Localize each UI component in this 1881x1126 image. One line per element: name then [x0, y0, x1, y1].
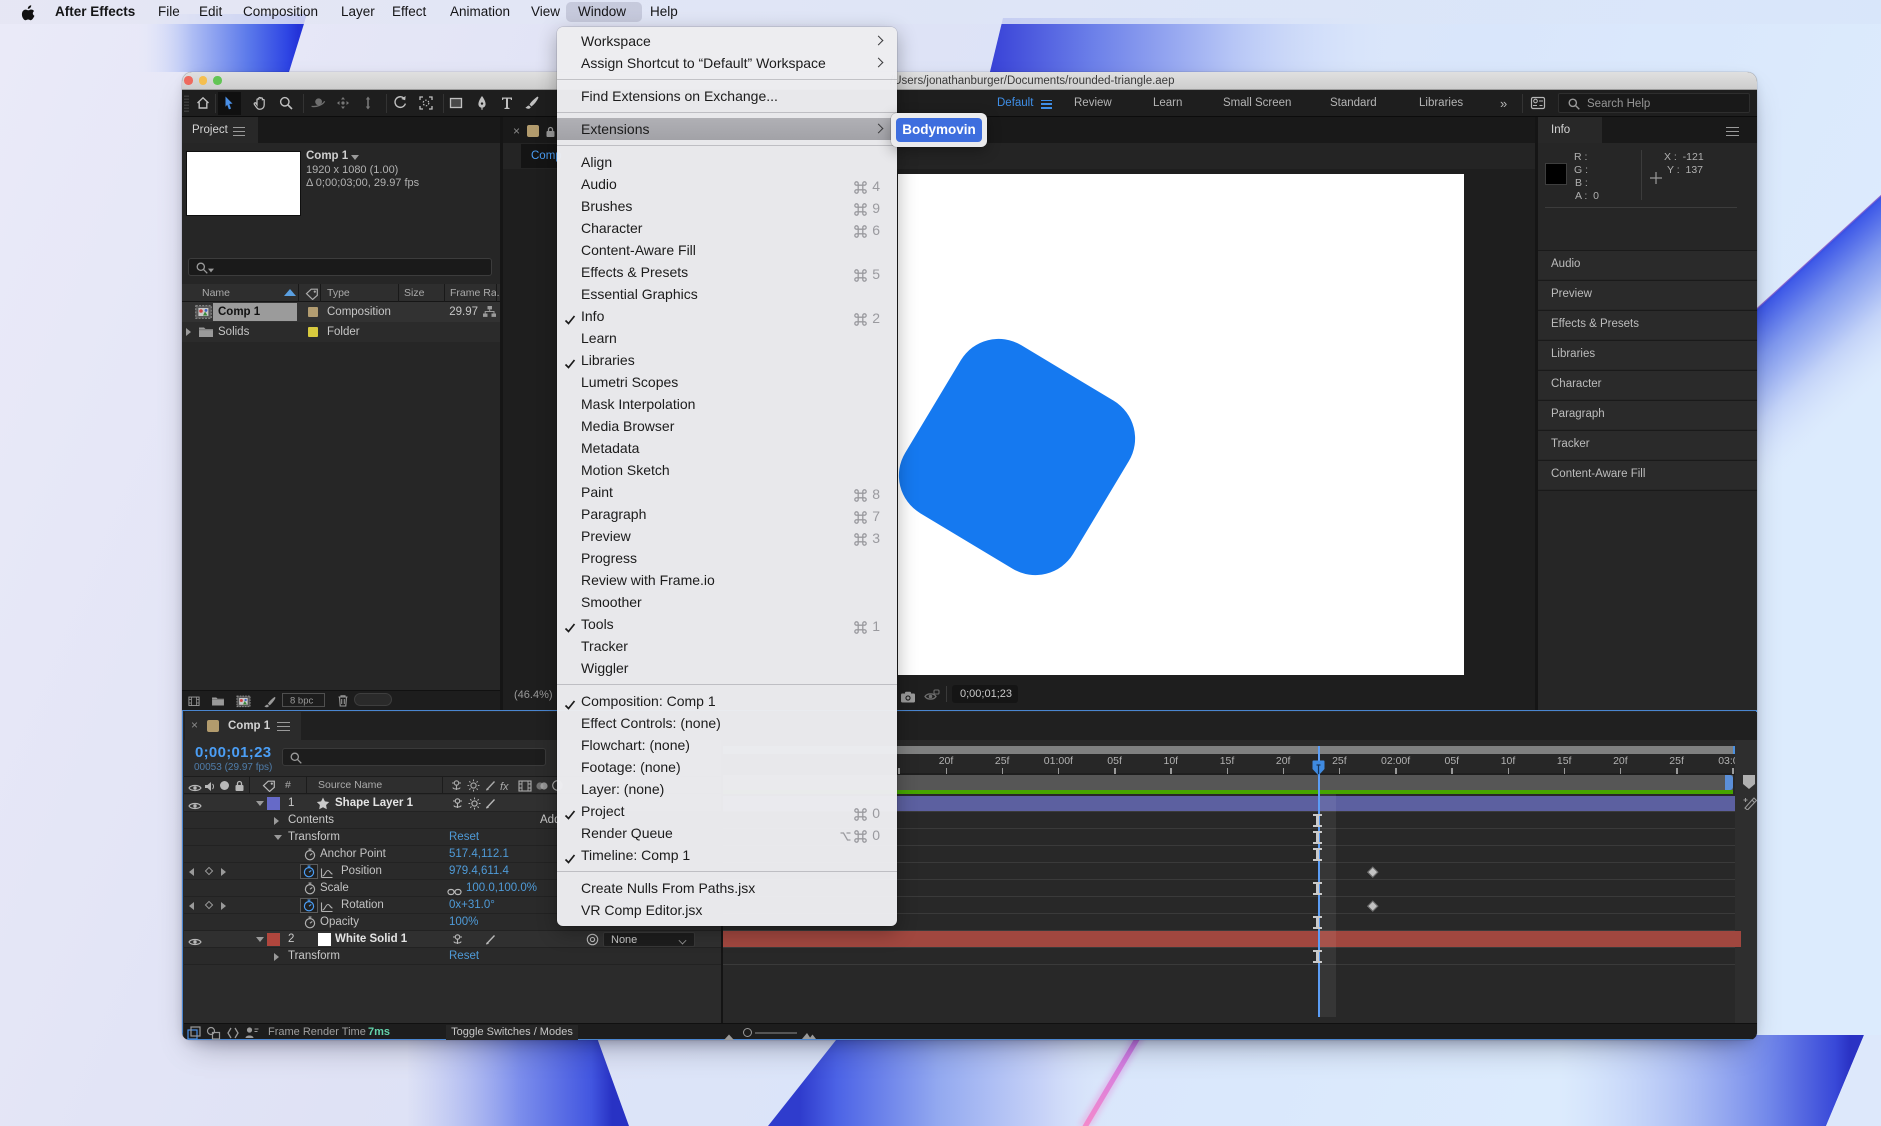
svg-text:fx: fx — [500, 781, 509, 792]
svg-text:8 bpc: 8 bpc — [290, 696, 313, 707]
